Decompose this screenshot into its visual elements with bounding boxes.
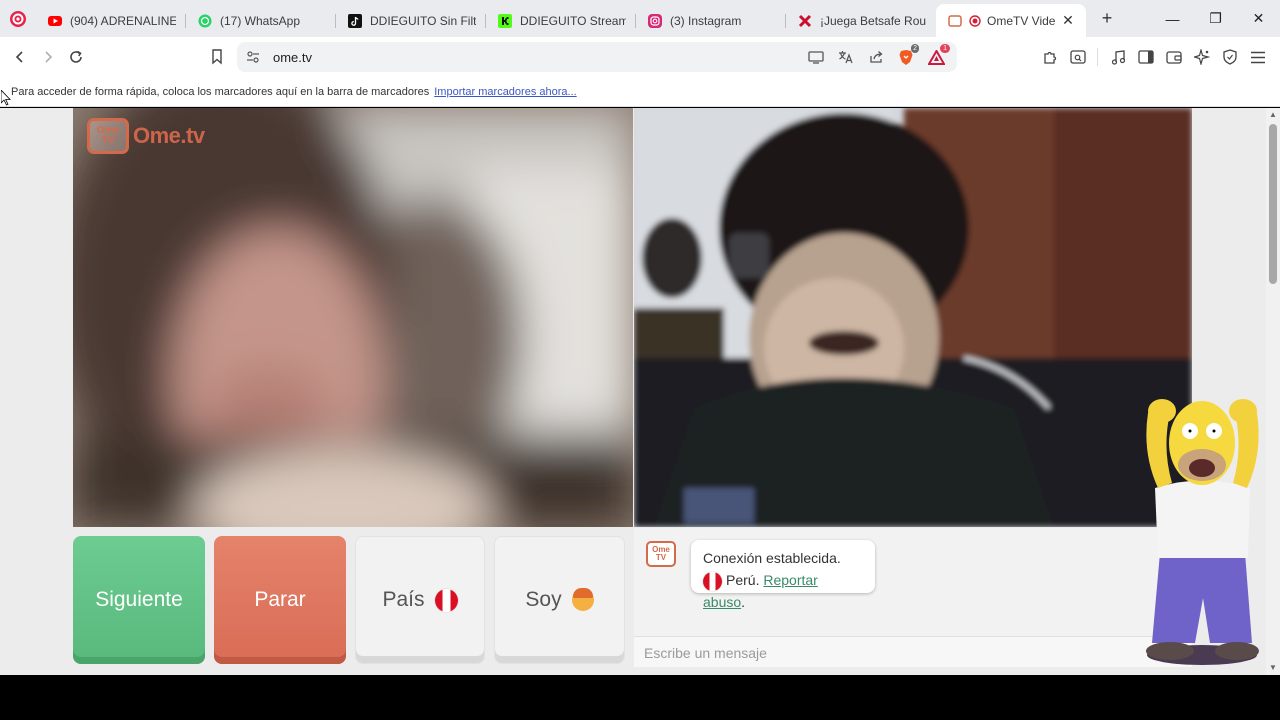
self-video xyxy=(634,108,1192,527)
message-input[interactable]: Escribe un mensaje xyxy=(634,636,1192,667)
stop-button-label: Parar xyxy=(254,588,306,611)
wallet-icon[interactable] xyxy=(1160,43,1188,71)
partner-country: Perú. Reportar abuso. xyxy=(703,569,863,613)
tab-tiktok[interactable]: DDIEGUITO Sin Filtro xyxy=(336,6,486,35)
boy-emoji-icon xyxy=(571,588,594,611)
next-button[interactable]: Siguiente xyxy=(73,536,205,664)
extensions-icon[interactable] xyxy=(1036,43,1064,71)
stranger-video-feed xyxy=(73,108,633,527)
address-bar[interactable]: ome.tv 2 1 xyxy=(237,42,957,72)
ometv-icon xyxy=(948,14,962,28)
leo-ai-icon[interactable] xyxy=(1188,43,1216,71)
betsafe-icon xyxy=(798,14,812,28)
toolbar-right-actions xyxy=(1036,43,1272,71)
forward-icon[interactable] xyxy=(34,43,62,71)
tab-label: DDIEGUITO Stream xyxy=(520,13,626,28)
reload-icon[interactable] xyxy=(62,43,90,71)
toolbar-divider xyxy=(1092,43,1104,71)
brave-shields-icon[interactable]: 2 xyxy=(891,44,921,68)
brave-app-menu-button[interactable] xyxy=(0,0,36,37)
screen-bottom-edge xyxy=(0,675,1280,720)
back-icon[interactable] xyxy=(6,43,34,71)
window-controls: — ❐ ✕ xyxy=(1151,0,1280,37)
tab-strip: (904) ADRENALINE (17) WhatsApp DDIEGUITO… xyxy=(0,0,1280,37)
bookmark-icon[interactable] xyxy=(203,43,231,71)
tab-search-icon[interactable] xyxy=(1064,43,1092,71)
tab-label: ¡Juega Betsafe Roule xyxy=(820,13,926,28)
country-name: Perú. xyxy=(726,572,760,588)
mouse-cursor-icon xyxy=(1,90,11,106)
tab-betsafe[interactable]: ¡Juega Betsafe Roule xyxy=(786,6,936,35)
tab-label: (904) ADRENALINE xyxy=(70,13,176,28)
bookmarks-hint: Para acceder de forma rápida, coloca los… xyxy=(11,85,430,98)
chat-icon-text: Ome TV xyxy=(652,545,670,562)
browser-toolbar: ome.tv 2 1 xyxy=(0,37,1280,77)
tab-label: DDIEGUITO Sin Filtro xyxy=(370,13,476,28)
system-message: Conexión establecida. Perú. Reportar abu… xyxy=(691,540,875,610)
instagram-icon xyxy=(648,13,662,28)
url-text[interactable]: ome.tv xyxy=(273,50,312,65)
chat-panel: Ome TV Conexión establecida. Perú. Repor… xyxy=(634,528,1192,667)
sidebar-icon[interactable] xyxy=(1132,43,1160,71)
new-tab-button[interactable]: + xyxy=(1092,4,1122,34)
tab-label: OmeTV Vide xyxy=(987,13,1056,28)
address-bar-actions: 2 1 xyxy=(801,44,951,68)
tab-ometv[interactable]: OmeTV Vide ✕ xyxy=(936,4,1086,37)
kick-icon xyxy=(498,13,512,28)
peru-flag-icon xyxy=(434,588,458,612)
bookmarks-bar: Para acceder de forma rápida, coloca los… xyxy=(0,77,1280,107)
peru-flag-icon xyxy=(703,571,722,591)
message-input-placeholder: Escribe un mensaje xyxy=(644,645,767,661)
tab-instagram[interactable]: (3) Instagram xyxy=(636,6,786,35)
import-bookmarks-link[interactable]: Importar marcadores ahora... xyxy=(434,86,576,98)
gender-select-button[interactable]: Soy xyxy=(494,536,625,664)
scrollbar-thumb[interactable] xyxy=(1269,124,1277,284)
brave-lion-icon xyxy=(10,10,26,27)
close-tab-icon[interactable]: ✕ xyxy=(1060,12,1076,29)
me-button-label: Soy xyxy=(525,588,562,611)
minimize-icon[interactable]: — xyxy=(1151,0,1194,37)
tiktok-icon xyxy=(348,13,362,28)
ometv-logo: Ome TV Ome.tv xyxy=(87,118,205,154)
recording-indicator-icon xyxy=(968,14,982,28)
country-button-label: País xyxy=(382,588,425,611)
tab-kick[interactable]: DDIEGUITO Stream xyxy=(486,6,636,35)
rewards-badge: 1 xyxy=(940,44,950,53)
stranger-video: Ome TV Ome.tv xyxy=(73,108,633,527)
brave-rewards-icon[interactable]: 1 xyxy=(921,44,951,68)
ometv-logo-tv-icon: Ome TV xyxy=(87,118,129,154)
main-menu-icon[interactable] xyxy=(1244,43,1272,71)
scroll-up-icon[interactable]: ▲ xyxy=(1268,110,1278,120)
shields-badge: 2 xyxy=(911,44,919,53)
restore-icon[interactable]: ❐ xyxy=(1194,0,1237,37)
homer-simpson-overlay xyxy=(1146,399,1259,665)
close-window-icon[interactable]: ✕ xyxy=(1237,0,1280,37)
vpn-shield-icon[interactable] xyxy=(1216,43,1244,71)
self-video-feed xyxy=(634,108,1192,527)
connection-status: Conexión establecida. xyxy=(703,550,841,566)
country-filter-button[interactable]: País xyxy=(355,536,485,664)
tab-label: (17) WhatsApp xyxy=(220,13,301,28)
logo-small-text: Ome TV xyxy=(96,125,120,146)
media-controls-icon[interactable] xyxy=(1104,43,1132,71)
stop-button[interactable]: Parar xyxy=(214,536,346,664)
share-icon[interactable] xyxy=(861,46,891,68)
tab-whatsapp[interactable]: (17) WhatsApp xyxy=(186,6,336,35)
ometv-chat-avatar-icon: Ome TV xyxy=(646,541,676,567)
youtube-icon xyxy=(48,14,62,28)
ometv-page: Ome TV Ome.tv Siguiente Parar País Soy O… xyxy=(0,108,1266,675)
translate-icon[interactable] xyxy=(831,46,861,68)
tab-youtube[interactable]: (904) ADRENALINE xyxy=(36,6,186,35)
next-button-label: Siguiente xyxy=(95,588,183,611)
tab-label: (3) Instagram xyxy=(670,13,742,28)
page-scrollbar[interactable]: ▲ ▼ xyxy=(1266,108,1280,675)
site-settings-icon[interactable] xyxy=(245,49,261,65)
report-suffix: . xyxy=(741,594,746,610)
logo-wordmark: Ome.tv xyxy=(133,123,205,148)
whatsapp-icon xyxy=(198,14,212,28)
cast-icon[interactable] xyxy=(801,46,831,68)
scroll-down-icon[interactable]: ▼ xyxy=(1268,663,1278,673)
